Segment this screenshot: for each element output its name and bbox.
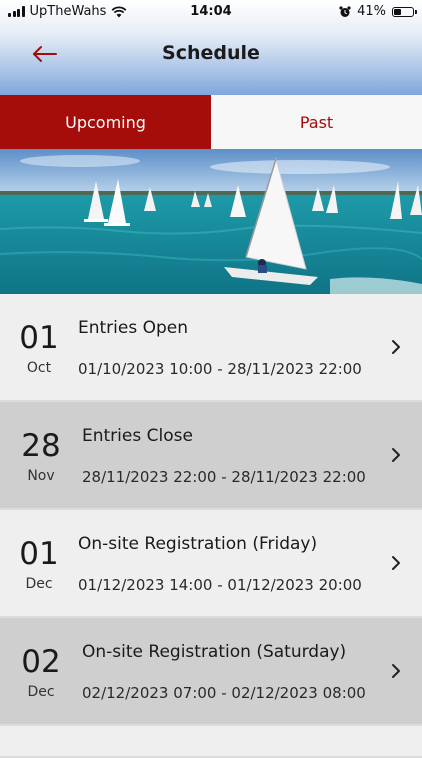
event-month: Nov <box>27 468 55 484</box>
battery-percent: 41% <box>357 4 386 19</box>
event-month: Dec <box>27 684 55 700</box>
alarm-icon <box>339 5 351 17</box>
schedule-row[interactable]: 02 Dec On-site Registration (Saturday) 0… <box>0 618 422 726</box>
chevron-right-icon <box>392 448 400 462</box>
event-day: 02 <box>21 644 61 680</box>
regatta-banner-image <box>0 149 422 294</box>
schedule-tabs: Upcoming Past <box>0 95 422 149</box>
app-header: UpTheWahs 14:04 41% Schedule <box>0 0 422 95</box>
event-month: Oct <box>26 360 52 376</box>
event-title: On-site Registration (Friday) <box>78 534 318 554</box>
schedule-row[interactable] <box>0 726 422 758</box>
event-day: 01 <box>19 320 59 356</box>
event-dates: 02/12/2023 07:00 - 02/12/2023 08:00 <box>82 684 366 702</box>
page-title: Schedule <box>162 42 260 64</box>
chevron-right-icon <box>392 340 400 354</box>
event-month: Dec <box>25 576 53 592</box>
event-title: Entries Open <box>78 318 189 338</box>
chevron-right-icon <box>392 664 400 678</box>
tab-past[interactable]: Past <box>211 95 422 149</box>
chevron-right-icon <box>392 556 400 570</box>
status-bar: UpTheWahs 14:04 41% <box>0 0 422 24</box>
schedule-row[interactable]: 01 Oct Entries Open 01/10/2023 10:00 - 2… <box>0 294 422 402</box>
battery-icon <box>392 6 417 17</box>
schedule-row[interactable]: 01 Dec On-site Registration (Friday) 01/… <box>0 510 422 618</box>
event-dates: 01/12/2023 14:00 - 01/12/2023 20:00 <box>78 576 362 594</box>
event-day: 01 <box>19 536 59 572</box>
event-dates: 01/10/2023 10:00 - 28/11/2023 22:00 <box>78 360 362 378</box>
schedule-list: 01 Oct Entries Open 01/10/2023 10:00 - 2… <box>0 294 422 758</box>
event-dates: 28/11/2023 22:00 - 28/11/2023 22:00 <box>82 468 366 486</box>
event-day: 28 <box>21 428 61 464</box>
tab-upcoming[interactable]: Upcoming <box>0 95 211 149</box>
schedule-row[interactable]: 28 Nov Entries Close 28/11/2023 22:00 - … <box>0 402 422 510</box>
event-title: On-site Registration (Saturday) <box>82 642 347 662</box>
event-title: Entries Close <box>82 426 193 446</box>
